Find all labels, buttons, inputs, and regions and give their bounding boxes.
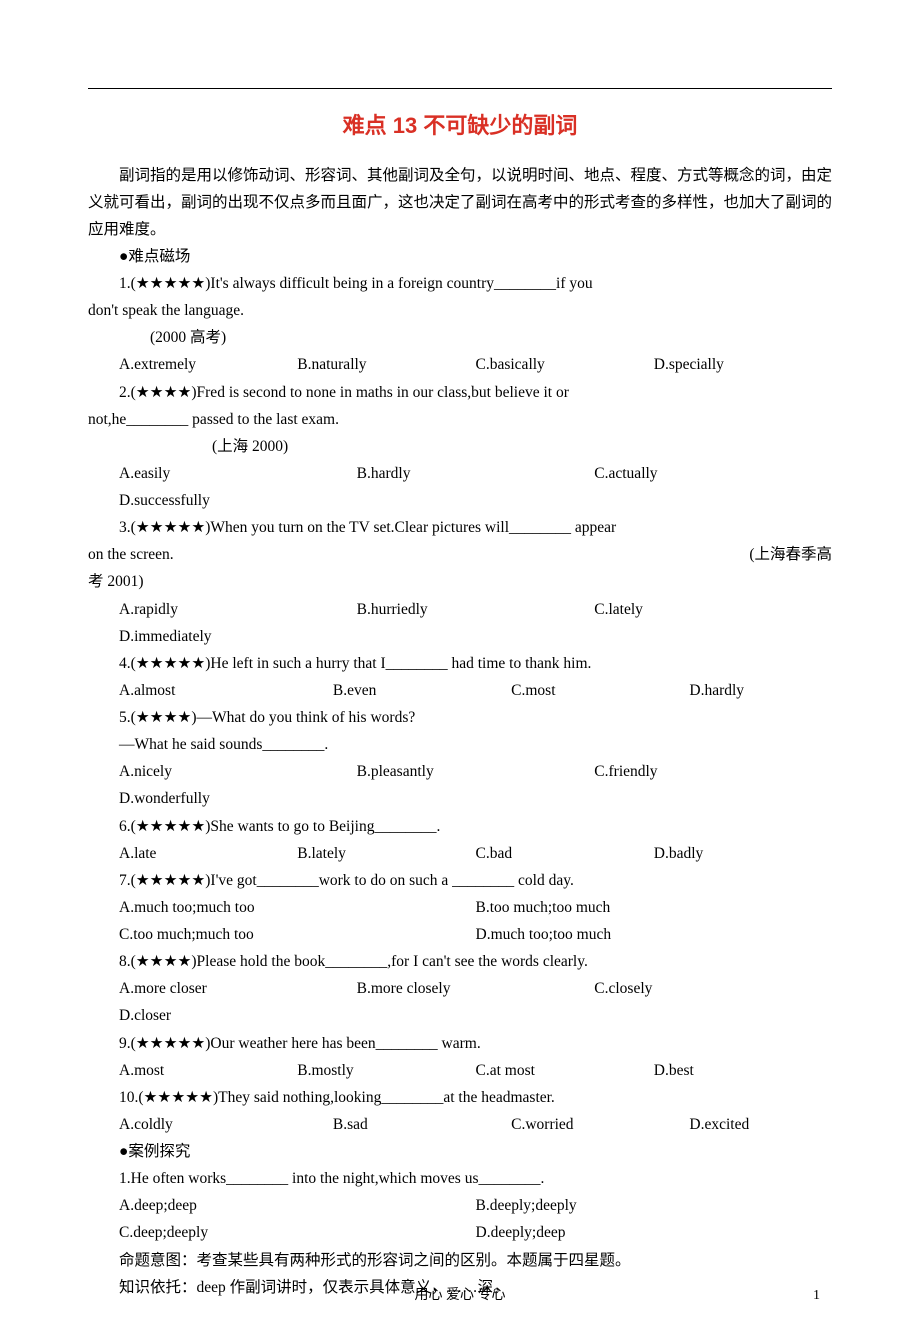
document-page: 难点 13 不可缺少的副词 副词指的是用以修饰动词、形容词、其他副词及全句，以说… bbox=[0, 0, 920, 1341]
q5-opt-c: C.friendly bbox=[594, 758, 832, 785]
top-rule bbox=[88, 88, 832, 89]
q1-opt-b: B.naturally bbox=[297, 351, 475, 378]
c1-intent: 命题意图：考查某些具有两种形式的形容词之间的区别。本题属于四星题。 bbox=[88, 1247, 832, 1274]
q1-stem-line2: don't speak the language. bbox=[88, 297, 832, 324]
q3-opt-a: A.rapidly bbox=[119, 596, 357, 623]
q3-line2-row: on the screen. (上海春季高 bbox=[88, 541, 832, 568]
q5-opt-a: A.nicely bbox=[119, 758, 357, 785]
q1-opt-a: A.extremely bbox=[119, 351, 297, 378]
q2-stem-line2: not,he________ passed to the last exam. bbox=[88, 406, 832, 433]
q8-stem: 8.(★★★★)Please hold the book________,for… bbox=[88, 948, 832, 975]
q1-options: A.extremely B.naturally C.basically D.sp… bbox=[88, 351, 832, 378]
q9-opt-b: B.mostly bbox=[297, 1057, 475, 1084]
q6-opt-b: B.lately bbox=[297, 840, 475, 867]
c1-opt-c: C.deep;deeply bbox=[119, 1219, 476, 1246]
q9-options: A.most B.mostly C.at most D.best bbox=[88, 1057, 832, 1084]
q3-source-cont: 考 2001) bbox=[88, 568, 832, 595]
q8-opt-d: D.closer bbox=[119, 1002, 832, 1029]
doc-title: 难点 13 不可缺少的副词 bbox=[88, 107, 832, 146]
q6-opt-c: C.bad bbox=[476, 840, 654, 867]
q3-options: A.rapidly B.hurriedly C.lately D.immedia… bbox=[88, 596, 832, 650]
q3-source-inline: (上海春季高 bbox=[174, 541, 832, 568]
q10-opt-a: A.coldly bbox=[119, 1111, 333, 1138]
c1-opt-b: B.deeply;deeply bbox=[476, 1192, 833, 1219]
c1-opt-a: A.deep;deep bbox=[119, 1192, 476, 1219]
q2-stem-line1: 2.(★★★★)Fred is second to none in maths … bbox=[88, 379, 832, 406]
c1-options: A.deep;deep B.deeply;deeply C.deep;deepl… bbox=[88, 1192, 832, 1246]
c1-opt-d: D.deeply;deep bbox=[476, 1219, 833, 1246]
q10-stem: 10.(★★★★★)They said nothing,looking_____… bbox=[88, 1084, 832, 1111]
q4-opt-a: A.almost bbox=[119, 677, 333, 704]
q3-opt-b: B.hurriedly bbox=[357, 596, 595, 623]
q7-opt-d: D.much too;too much bbox=[476, 921, 833, 948]
q6-options: A.late B.lately C.bad D.badly bbox=[88, 840, 832, 867]
page-number: 1 bbox=[813, 1284, 820, 1309]
q7-opt-c: C.too much;much too bbox=[119, 921, 476, 948]
q7-opt-a: A.much too;much too bbox=[119, 894, 476, 921]
q8-opt-b: B.more closely bbox=[357, 975, 595, 1002]
q4-opt-d: D.hardly bbox=[689, 677, 832, 704]
q5-opt-d: D.wonderfully bbox=[119, 785, 832, 812]
q8-opt-c: C.closely bbox=[594, 975, 832, 1002]
q10-options: A.coldly B.sad C.worried D.excited bbox=[88, 1111, 832, 1138]
q8-options: A.more closer B.more closely C.closely D… bbox=[88, 975, 832, 1029]
q7-opt-b: B.too much;too much bbox=[476, 894, 833, 921]
section-heading-b: ●案例探究 bbox=[88, 1138, 832, 1165]
q2-opt-d: D.successfully bbox=[119, 487, 832, 514]
q3-opt-c: C.lately bbox=[594, 596, 832, 623]
q4-options: A.almost B.even C.most D.hardly bbox=[88, 677, 832, 704]
intro-paragraph: 副词指的是用以修饰动词、形容词、其他副词及全句，以说明时间、地点、程度、方式等概… bbox=[88, 162, 832, 243]
q4-opt-b: B.even bbox=[333, 677, 511, 704]
q2-opt-a: A.easily bbox=[119, 460, 357, 487]
footer-text: 用心 爱心 专心 bbox=[0, 1284, 920, 1309]
q10-opt-c: C.worried bbox=[511, 1111, 689, 1138]
q4-opt-c: C.most bbox=[511, 677, 689, 704]
q7-stem: 7.(★★★★★)I've got________work to do on s… bbox=[88, 867, 832, 894]
q10-opt-b: B.sad bbox=[333, 1111, 511, 1138]
q5-opt-b: B.pleasantly bbox=[357, 758, 595, 785]
q1-stem-line1: 1.(★★★★★)It's always difficult being in … bbox=[88, 270, 832, 297]
q6-opt-a: A.late bbox=[119, 840, 297, 867]
q5-stem-line1: 5.(★★★★)—What do you think of his words? bbox=[88, 704, 832, 731]
q9-opt-c: C.at most bbox=[476, 1057, 654, 1084]
q7-options: A.much too;much too B.too much;too much … bbox=[88, 894, 832, 948]
q5-stem-line2: —What he said sounds________. bbox=[88, 731, 832, 758]
q5-options: A.nicely B.pleasantly C.friendly D.wonde… bbox=[88, 758, 832, 812]
q9-opt-a: A.most bbox=[119, 1057, 297, 1084]
c1-stem: 1.He often works________ into the night,… bbox=[88, 1165, 832, 1192]
q8-opt-a: A.more closer bbox=[119, 975, 357, 1002]
q3-stem-line2: on the screen. bbox=[88, 541, 174, 568]
q2-source: (上海 2000) bbox=[88, 433, 832, 460]
q2-opt-b: B.hardly bbox=[357, 460, 595, 487]
q2-options: A.easily B.hardly C.actually D.successfu… bbox=[88, 460, 832, 514]
q10-opt-d: D.excited bbox=[689, 1111, 832, 1138]
q1-source: (2000 高考) bbox=[88, 324, 832, 351]
q4-stem: 4.(★★★★★)He left in such a hurry that I_… bbox=[88, 650, 832, 677]
q6-stem: 6.(★★★★★)She wants to go to Beijing_____… bbox=[88, 813, 832, 840]
section-heading-a: ●难点磁场 bbox=[88, 243, 832, 270]
q3-stem-line1: 3.(★★★★★)When you turn on the TV set.Cle… bbox=[88, 514, 832, 541]
q2-opt-c: C.actually bbox=[594, 460, 832, 487]
q3-opt-d: D.immediately bbox=[119, 623, 832, 650]
q9-opt-d: D.best bbox=[654, 1057, 832, 1084]
q1-opt-c: C.basically bbox=[476, 351, 654, 378]
q1-opt-d: D.specially bbox=[654, 351, 832, 378]
q9-stem: 9.(★★★★★)Our weather here has been______… bbox=[88, 1030, 832, 1057]
q6-opt-d: D.badly bbox=[654, 840, 832, 867]
